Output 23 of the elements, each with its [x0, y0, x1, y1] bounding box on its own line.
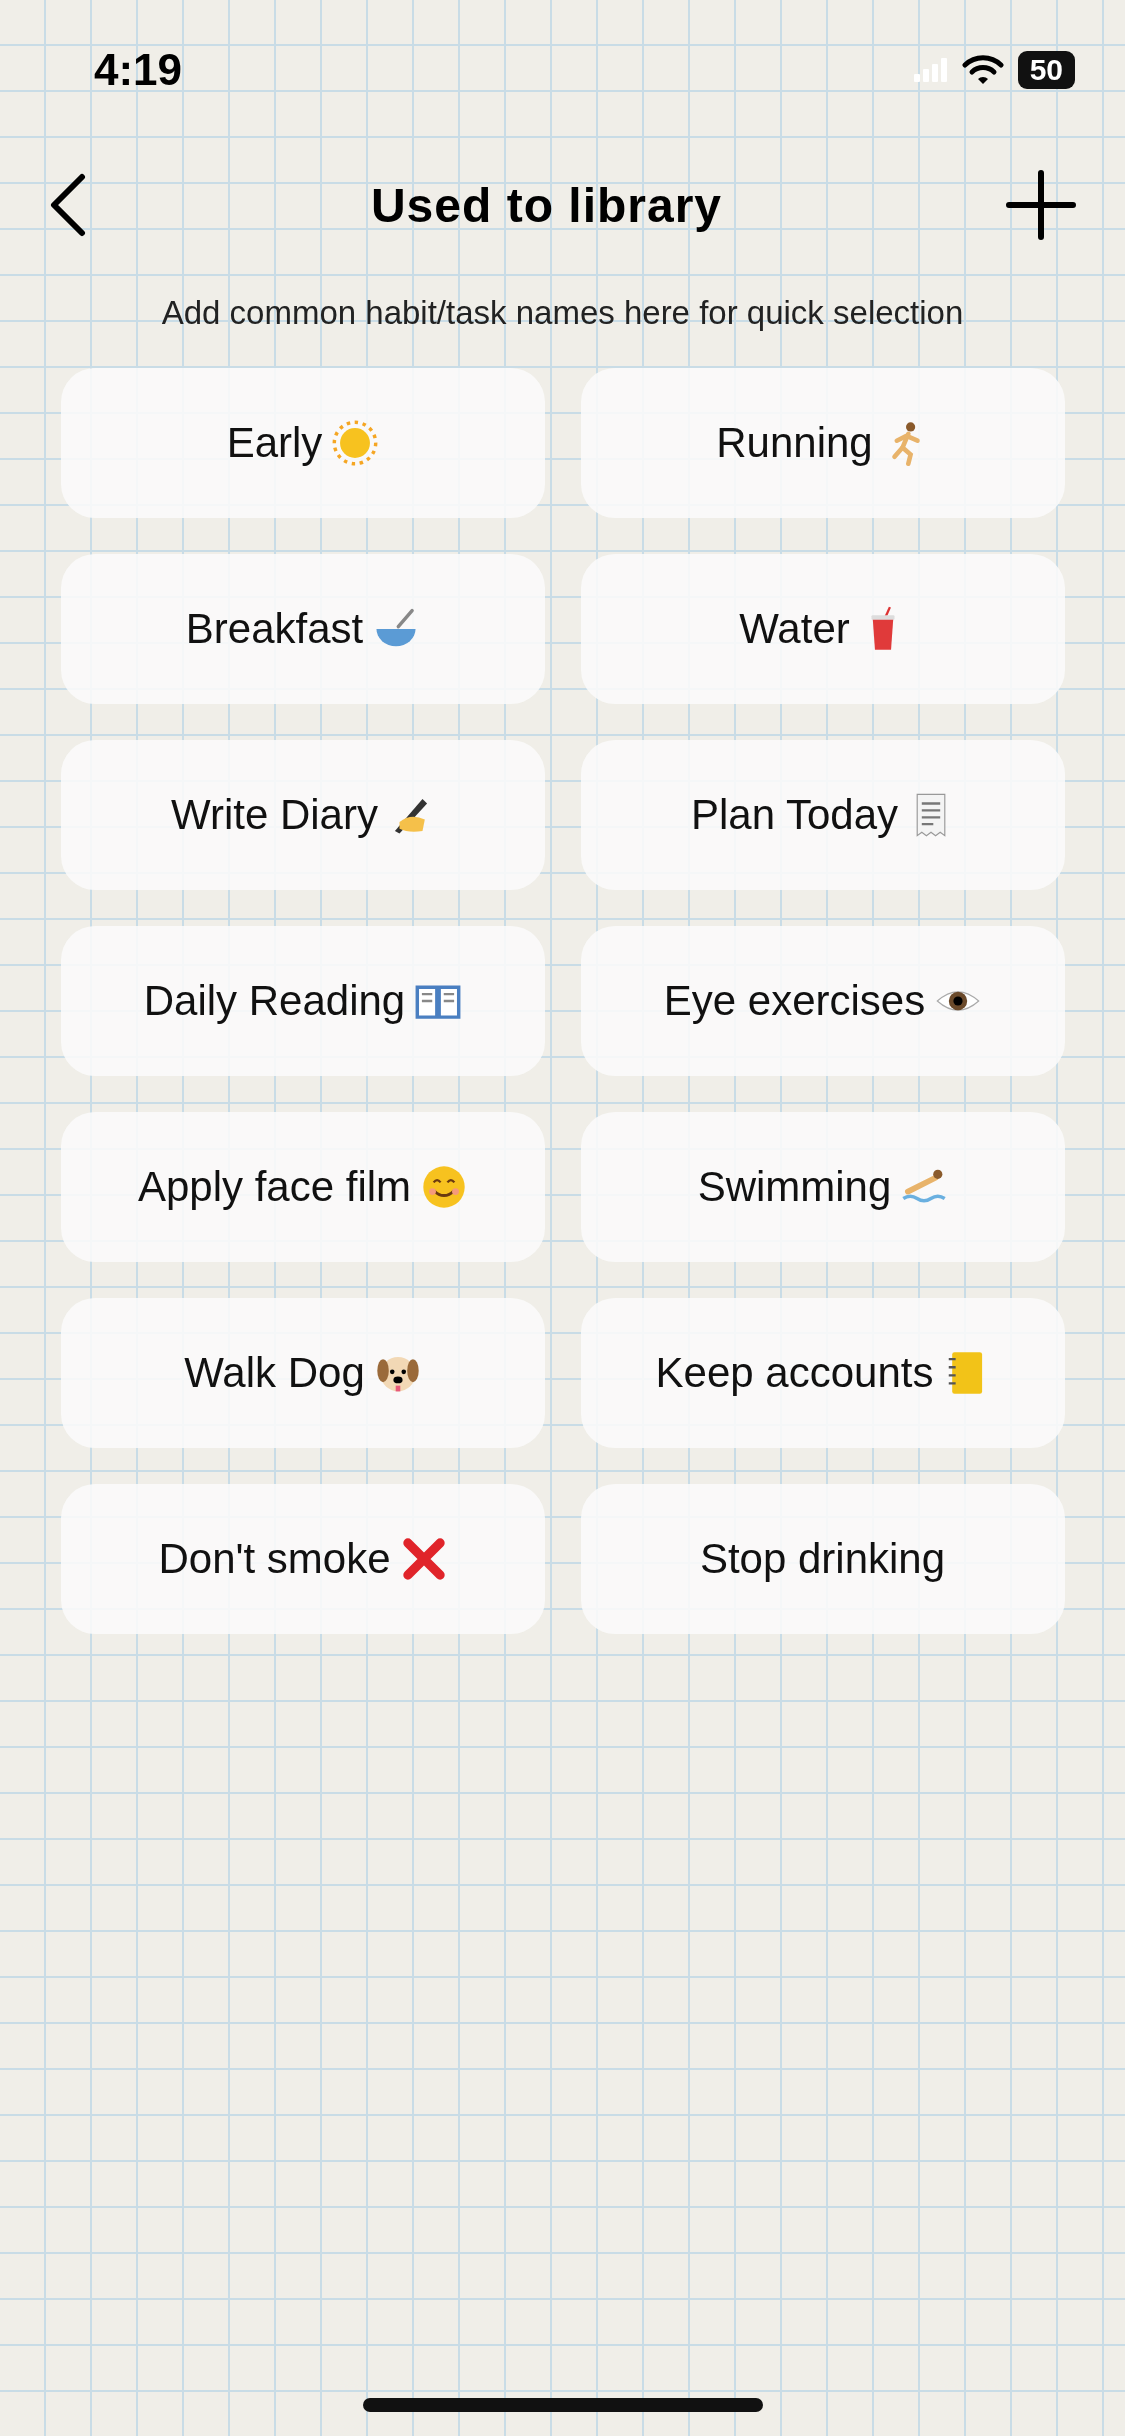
status-time: 4:19: [94, 45, 183, 95]
habit-item[interactable]: Walk Dog: [60, 1298, 545, 1448]
habit-item[interactable]: Apply face film: [60, 1112, 545, 1262]
smiley-icon: [421, 1164, 468, 1210]
habit-item[interactable]: Breakfast: [60, 554, 545, 704]
habit-item[interactable]: Daily Reading: [60, 926, 545, 1076]
page-title: Used to library: [370, 177, 723, 233]
subtitle-text: Add common habit/task names here for quick selection: [160, 294, 965, 332]
habit-item[interactable]: Swimming: [580, 1112, 1065, 1262]
habit-item[interactable]: Don't smoke: [60, 1484, 545, 1634]
signal-icon: [913, 58, 948, 82]
habit-item[interactable]: Running: [580, 368, 1065, 518]
habit-item[interactable]: Keep accounts: [580, 1298, 1065, 1448]
wifi-icon: [961, 54, 1004, 86]
habit-item[interactable]: Eye exercises: [580, 926, 1065, 1076]
habit-item[interactable]: Write Diary: [60, 740, 545, 890]
habit-item[interactable]: Stop drinking: [580, 1484, 1065, 1634]
cross-icon: [400, 1536, 447, 1582]
habit-item[interactable]: Plan Today: [580, 740, 1065, 890]
battery-icon: 50: [1017, 51, 1075, 89]
sun-icon: [332, 420, 379, 466]
habit-item[interactable]: Early: [60, 368, 545, 518]
habit-item[interactable]: Water: [580, 554, 1065, 704]
